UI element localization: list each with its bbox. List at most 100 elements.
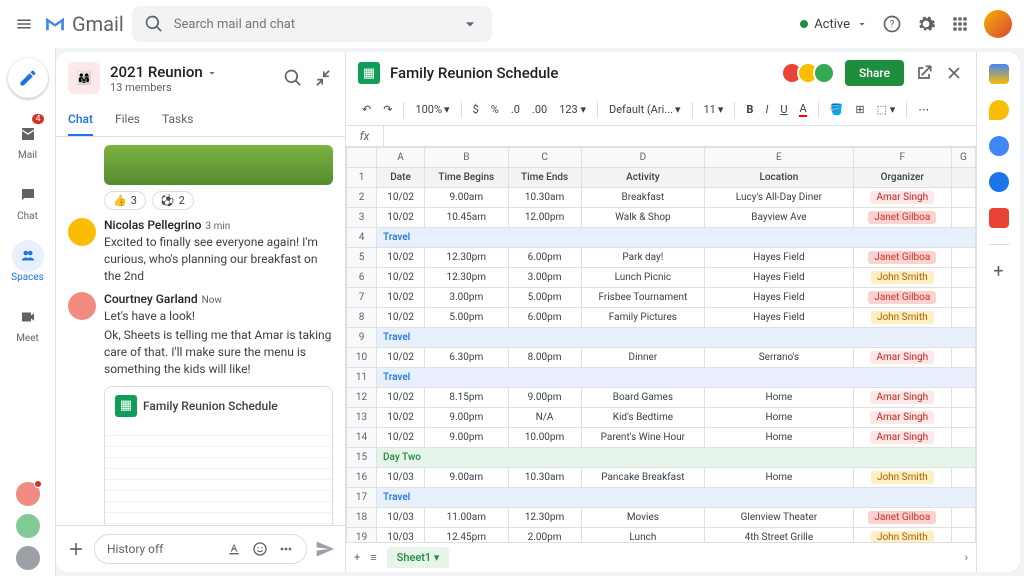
tab-tasks[interactable]: Tasks xyxy=(162,104,194,136)
nav-mail[interactable]: 4 Mail xyxy=(0,110,56,169)
data-cell[interactable]: 12.00pm xyxy=(508,208,581,228)
organizer-cell[interactable]: John Smith xyxy=(853,268,951,288)
section-row[interactable]: Travel xyxy=(377,328,976,348)
help-icon[interactable]: ? xyxy=(882,14,902,34)
organizer-cell[interactable]: John Smith xyxy=(853,308,951,328)
text-format-icon[interactable] xyxy=(226,541,242,557)
fontsize-select[interactable]: 11 ▾ xyxy=(700,99,728,120)
data-cell[interactable]: Glenview Theater xyxy=(705,508,854,528)
data-cell[interactable]: 10.30am xyxy=(508,188,581,208)
toolbar-more-icon[interactable]: ⋯ xyxy=(914,99,933,120)
data-cell[interactable]: 10/03 xyxy=(377,528,425,543)
data-cell[interactable]: 10.00pm xyxy=(508,428,581,448)
row-header[interactable]: 6 xyxy=(347,268,377,288)
data-cell[interactable]: Lunch xyxy=(581,528,705,543)
reaction-chip[interactable]: 👍3 xyxy=(104,191,146,210)
data-cell[interactable]: 3.00pm xyxy=(508,268,581,288)
merge-icon[interactable]: ⬚ ▾ xyxy=(873,99,900,120)
dec-precision-icon[interactable]: .0 xyxy=(507,99,524,120)
data-cell[interactable]: Hayes Field xyxy=(705,288,854,308)
message-input[interactable]: History off xyxy=(94,534,307,564)
organizer-cell[interactable]: Amar Singh xyxy=(853,428,951,448)
data-cell[interactable]: Pancake Breakfast xyxy=(581,468,705,488)
nav-spaces[interactable]: Spaces xyxy=(0,232,56,291)
col-header[interactable]: B xyxy=(425,148,508,168)
row-header[interactable]: 12 xyxy=(347,388,377,408)
collaborator-avatars[interactable] xyxy=(787,62,835,84)
data-cell[interactable]: 10/02 xyxy=(377,348,425,368)
data-cell[interactable]: N/A xyxy=(508,408,581,428)
italic-icon[interactable]: I xyxy=(761,99,772,120)
data-cell[interactable]: 10/02 xyxy=(377,388,425,408)
data-cell[interactable]: 12.30pm xyxy=(425,268,508,288)
gear-icon[interactable] xyxy=(916,14,936,34)
data-cell[interactable]: 10/02 xyxy=(377,208,425,228)
section-row[interactable]: Day Two xyxy=(377,448,976,468)
tasks-icon[interactable] xyxy=(989,136,1009,156)
data-cell[interactable]: 10.45am xyxy=(425,208,508,228)
plus-icon[interactable] xyxy=(66,539,86,559)
account-avatar[interactable] xyxy=(984,10,1012,38)
sheet-title[interactable]: Family Reunion Schedule xyxy=(390,64,558,82)
col-header[interactable]: E xyxy=(705,148,854,168)
organizer-cell[interactable]: John Smith xyxy=(853,528,951,543)
data-cell[interactable]: 6.00pm xyxy=(508,308,581,328)
share-button[interactable]: Share xyxy=(845,60,904,86)
row-header[interactable]: 11 xyxy=(347,368,377,388)
row-header[interactable]: 10 xyxy=(347,348,377,368)
tab-files[interactable]: Files xyxy=(115,104,140,136)
sheets-attachment-card[interactable]: ▦ Family Reunion Schedule 8 changes sinc… xyxy=(104,386,333,525)
organizer-cell[interactable]: Janet Gilboa xyxy=(853,288,951,308)
nav-chat[interactable]: Chat xyxy=(0,171,56,230)
row-header[interactable]: 15 xyxy=(347,448,377,468)
data-cell[interactable]: Board Games xyxy=(581,388,705,408)
row-header[interactable]: 2 xyxy=(347,188,377,208)
compose-button[interactable] xyxy=(8,58,48,98)
sheet-tab-1[interactable]: Sheet1 ▾ xyxy=(387,547,450,568)
chevron-down-icon[interactable] xyxy=(460,14,480,34)
zoom-select[interactable]: 100% ▾ xyxy=(411,99,453,120)
organizer-cell[interactable]: Janet Gilboa xyxy=(853,248,951,268)
data-cell[interactable]: 9.00pm xyxy=(425,428,508,448)
row-header[interactable]: 17 xyxy=(347,488,377,508)
header-cell[interactable]: Activity xyxy=(581,168,705,188)
nav-meet[interactable]: Meet xyxy=(0,293,56,352)
data-cell[interactable]: 10/02 xyxy=(377,408,425,428)
row-header[interactable]: 1 xyxy=(347,168,377,188)
organizer-cell[interactable]: Amar Singh xyxy=(853,408,951,428)
col-header[interactable]: C xyxy=(508,148,581,168)
organizer-cell[interactable]: Amar Singh xyxy=(853,188,951,208)
apps-icon[interactable] xyxy=(950,14,970,34)
section-row[interactable]: Travel xyxy=(377,488,976,508)
row-header[interactable]: 19 xyxy=(347,528,377,543)
text-color-icon[interactable]: A xyxy=(795,98,810,121)
reaction-chip[interactable]: ⚽2 xyxy=(152,191,194,210)
data-cell[interactable]: Home xyxy=(705,388,854,408)
data-cell[interactable]: 9.00am xyxy=(425,188,508,208)
col-header[interactable]: D xyxy=(581,148,705,168)
bold-icon[interactable]: B xyxy=(742,99,757,120)
section-row[interactable]: Travel xyxy=(377,228,976,248)
search-input[interactable] xyxy=(174,17,450,32)
emoji-icon[interactable] xyxy=(252,541,268,557)
data-cell[interactable]: Hayes Field xyxy=(705,248,854,268)
data-cell[interactable]: Parent's Wine Hour xyxy=(581,428,705,448)
data-cell[interactable]: Serrano's xyxy=(705,348,854,368)
header-cell[interactable]: Location xyxy=(705,168,854,188)
data-cell[interactable]: Family Pictures xyxy=(581,308,705,328)
percent-icon[interactable]: % xyxy=(487,99,503,120)
header-cell[interactable]: Time Begins xyxy=(425,168,508,188)
data-cell[interactable]: 10/02 xyxy=(377,188,425,208)
chat-contact-1[interactable] xyxy=(16,482,40,506)
presence-status[interactable]: Active xyxy=(800,17,868,32)
menu-icon[interactable] xyxy=(12,12,36,36)
data-cell[interactable]: Home xyxy=(705,408,854,428)
get-addons-icon[interactable]: + xyxy=(993,261,1003,282)
data-cell[interactable]: 9.00am xyxy=(425,468,508,488)
row-header[interactable]: 13 xyxy=(347,408,377,428)
data-cell[interactable]: 10.30am xyxy=(508,468,581,488)
data-cell[interactable]: Frisbee Tournament xyxy=(581,288,705,308)
search-bar[interactable] xyxy=(132,6,492,42)
collapse-icon[interactable] xyxy=(313,68,333,88)
data-cell[interactable]: Hayes Field xyxy=(705,308,854,328)
